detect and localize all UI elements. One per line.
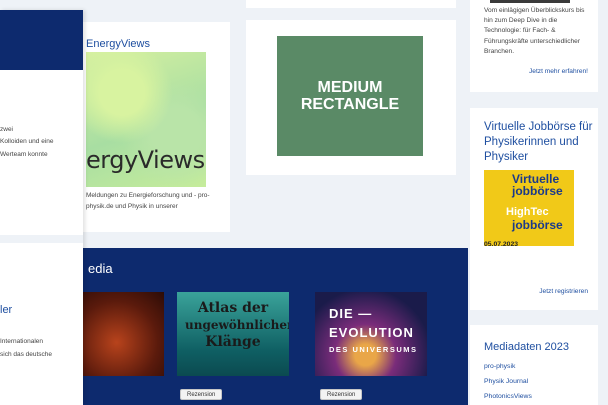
course-text: Vom einlägigen Überblickskurs bis hin zu… [484,7,585,55]
media-tile[interactable] [69,292,164,376]
course-image [490,0,570,3]
top-card [246,0,456,8]
media-section-title: edia [88,261,113,276]
energyviews-title[interactable]: EnergyViews [86,38,150,50]
drawer-text: Kolloiden und eine [0,138,54,145]
drawer-text: Werteam konnte [0,151,48,158]
drawer-text: sich das deutsche [0,351,53,358]
energyviews-description: Meldungen zu Energieforschung und - pro-… [86,192,210,210]
course-link[interactable]: Jetzt mehr erfahren! [529,68,588,75]
energyviews-logo: ergyViews [86,146,205,174]
jobboerse-link[interactable]: Jetzt registrieren [539,288,588,295]
mediadaten-link[interactable]: PhotonicsViews [484,393,532,400]
evolution-title-line: EVOLUTION [329,325,414,340]
media-section: edia Atlas der ungewöhnlichen Klänge Rez… [69,248,468,405]
course-card: Vom einlägigen Überblickskurs bis hin zu… [470,0,598,92]
drawer-text: Internationalen [0,338,44,345]
medium-rectangle-ad[interactable]: MEDIUM RECTANGLE [277,36,423,156]
drawer-header [0,10,83,70]
drawer-text: zwei [0,126,14,133]
ad-label: MEDIUM RECTANGLE [300,79,400,113]
review-button[interactable]: Rezension [180,389,223,400]
atlas-title-line: ungewöhnlichen [185,318,289,332]
drawer-divider [0,235,83,243]
media-tile-atlas[interactable]: Atlas der ungewöhnlichen Klänge [177,292,289,376]
jobboerse-img-text: HighTec [506,206,549,218]
energyviews-card: EnergyViews ergyViews Meldungen zu Energ… [62,22,230,232]
media-tile-evolution[interactable]: DIE — EVOLUTION DES UNIVERSUMS [315,292,427,376]
atlas-title-line: Atlas der [197,300,269,316]
jobboerse-date: 05.07.2023 [484,241,519,248]
evolution-title-line: DES UNIVERSUMS [329,345,418,354]
energyviews-image[interactable]: ergyViews [86,52,206,187]
mediadaten-link[interactable]: pro-physik [484,363,515,370]
review-button[interactable]: Rezension [320,389,363,400]
jobboerse-title[interactable]: Virtuelle Jobbörse für Physikerinnen und… [484,120,594,165]
jobboerse-image[interactable]: Virtuelle jobbörse HighTec jobbörse [484,170,574,246]
jobboerse-card: Virtuelle Jobbörse für Physikerinnen und… [470,108,598,310]
jobboerse-img-text: jobbörse [512,218,563,232]
mediadaten-card: Mediadaten 2023 pro-physik Physik Journa… [470,325,598,405]
atlas-title-line: Klänge [205,334,261,350]
side-drawer: zwei Kolloiden und eine Werteam konnte l… [0,10,83,405]
ad-card: MEDIUM RECTANGLE [246,20,456,175]
mediadaten-title[interactable]: Mediadaten 2023 [484,341,569,353]
mediadaten-link[interactable]: Physik Journal [484,378,528,385]
drawer-link[interactable]: ler [0,305,12,316]
jobboerse-img-text: jobbörse [512,184,563,198]
evolution-title-line: DIE — [329,306,373,321]
